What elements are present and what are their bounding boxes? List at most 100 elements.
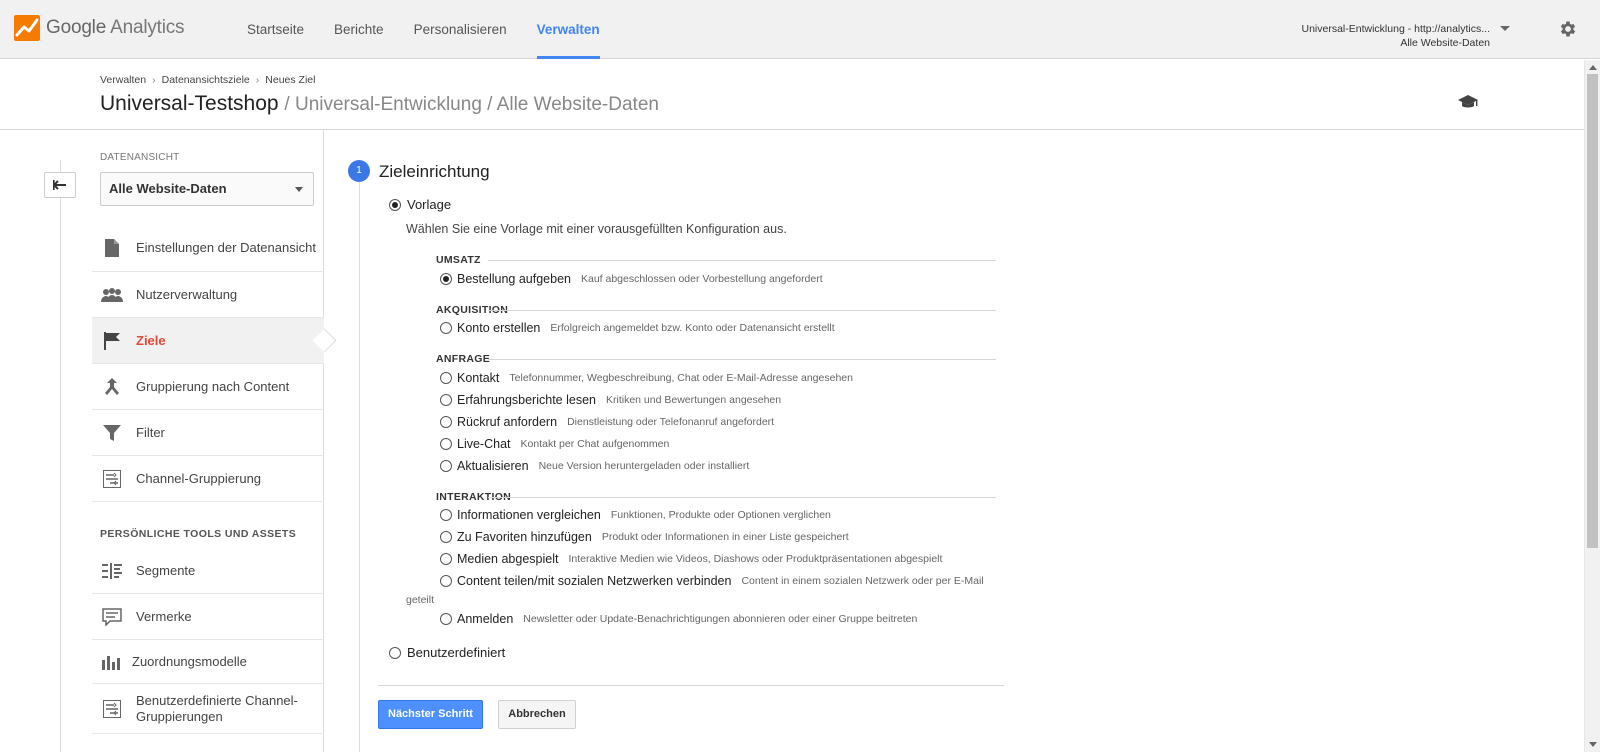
channel-grouping-icon [100, 467, 124, 491]
sidebar-item-attribution-models[interactable]: Zuordnungsmodelle [92, 640, 324, 684]
custom-label: Benutzerdefiniert [407, 645, 506, 660]
goal-description: Dienstleistung oder Telefonanruf angefor… [567, 416, 775, 428]
goal-radio[interactable] [440, 575, 452, 587]
goal-name: Live-Chat [457, 437, 511, 451]
group-divider [488, 359, 996, 360]
goal-radio[interactable] [440, 460, 452, 472]
goal-template-option[interactable]: Erfahrungsberichte lesen Kritiken und Be… [440, 393, 781, 407]
view-select[interactable]: Alle Website-Daten [100, 172, 314, 206]
goal-name: Rückruf anfordern [457, 415, 558, 429]
goal-description: Kritiken und Bewertungen angesehen [605, 394, 782, 406]
goal-description: Newsletter oder Update-Benachrichtigunge… [523, 613, 918, 625]
chevron-down-icon[interactable] [1500, 26, 1510, 31]
custom-option[interactable]: Benutzerdefiniert [389, 645, 505, 660]
scroll-down-arrow-icon[interactable] [1589, 742, 1597, 747]
sidebar-item-custom-channel-groupings[interactable]: Benutzerdefinierte Channel-Gruppierungen [92, 684, 324, 734]
sidebar-item-label: Nutzerverwaltung [136, 286, 238, 302]
goal-description: Produkt oder Informationen in einer List… [601, 531, 849, 543]
goal-radio[interactable] [440, 394, 452, 406]
scroll-up-arrow-icon[interactable] [1589, 65, 1597, 70]
goal-radio[interactable] [440, 531, 452, 543]
goal-template-option[interactable]: Anmelden Newsletter oder Update-Benachri… [440, 612, 917, 626]
goal-radio[interactable] [440, 553, 452, 565]
top-bar: Google Analytics Startseite Berichte Per… [0, 0, 1600, 59]
goal-name: Zu Favoriten hinzufügen [457, 530, 592, 544]
goal-radio[interactable] [440, 273, 452, 285]
goal-radio[interactable] [440, 438, 452, 450]
sidebar-item-user-management[interactable]: Nutzerverwaltung [92, 272, 324, 318]
goal-template-option[interactable]: Aktualisieren Neue Version heruntergelad… [440, 459, 749, 473]
goal-template-option[interactable]: Konto erstellen Erfolgreich angemeldet b… [440, 321, 835, 335]
nav-berichte[interactable]: Berichte [319, 0, 399, 59]
nav-personalisieren[interactable]: Personalisieren [399, 0, 522, 59]
sidebar-item-content-grouping[interactable]: Gruppierung nach Content [92, 364, 324, 410]
goal-radio[interactable] [440, 416, 452, 428]
breadcrumb-item[interactable]: Verwalten [100, 74, 146, 86]
template-radio[interactable] [389, 198, 401, 211]
goal-description-continued: geteilt [406, 594, 435, 606]
goal-template-option[interactable]: Informationen vergleichen Funktionen, Pr… [440, 508, 831, 522]
step-rail [359, 182, 360, 752]
analytics-logo[interactable]: Google Analytics [14, 15, 185, 41]
view-select-value: Alle Website-Daten [109, 181, 227, 196]
goal-template-option[interactable]: Bestellung aufgeben Kauf abgeschlossen o… [440, 272, 823, 286]
page-title: Universal-Testshop / Universal-Entwicklu… [100, 92, 659, 116]
goal-radio[interactable] [440, 372, 452, 384]
sidebar-item-annotations[interactable]: Vermerke [92, 594, 324, 640]
goal-template-option[interactable]: Zu Favoriten hinzufügen Produkt oder Inf… [440, 530, 849, 544]
sidebar-item-label: Benutzerdefinierte Channel-Gruppierungen [136, 692, 298, 724]
goal-radio[interactable] [440, 613, 452, 625]
account-property: Universal-Entwicklung - http://analytics… [1301, 23, 1491, 35]
custom-radio[interactable] [389, 646, 401, 659]
sidebar-item-filter[interactable]: Filter [92, 410, 324, 456]
goal-template-option[interactable]: Content teilen/mit sozialen Netzwerken v… [440, 574, 984, 588]
goal-template-option[interactable]: Rückruf anfordern Dienstleistung oder Te… [440, 415, 774, 429]
goal-template-option[interactable]: Live-Chat Kontakt per Chat aufgenommen [440, 437, 669, 451]
account-view: Alle Website-Daten [1400, 37, 1490, 49]
sidebar-item-segments[interactable]: Segmente [92, 548, 324, 594]
graduation-cap-icon[interactable] [1457, 94, 1479, 110]
sidebar-item-goals[interactable]: Ziele [92, 318, 324, 364]
nav-startseite[interactable]: Startseite [232, 0, 319, 59]
chevron-down-icon [295, 187, 303, 192]
segments-icon [100, 559, 124, 583]
page-title-path: / Universal-Entwicklung / Alle Website-D… [284, 94, 659, 115]
goal-radio[interactable] [440, 322, 452, 334]
goal-name: Content teilen/mit sozialen Netzwerken v… [457, 574, 732, 588]
goal-template-option[interactable]: Medien abgespielt Interaktive Medien wie… [440, 552, 942, 566]
sidebar-item-label: Channel-Gruppierung [136, 470, 262, 486]
group-divider [488, 260, 996, 261]
users-icon [100, 283, 124, 307]
breadcrumb-item[interactable]: Datenansichtsziele [162, 74, 250, 86]
personal-tools-heading: PERSÖNLICHE TOOLS UND ASSETS [100, 528, 297, 540]
sidebar-item-channel-grouping[interactable]: Channel-Gruppierung [92, 456, 324, 502]
next-step-button[interactable]: Nächster Schritt [378, 700, 483, 729]
goal-description: Erfolgreich angemeldet bzw. Konto oder D… [550, 322, 835, 334]
nav-verwalten[interactable]: Verwalten [522, 0, 615, 59]
scrollbar[interactable] [1584, 60, 1600, 752]
goal-name: Informationen vergleichen [457, 508, 601, 522]
cancel-button[interactable]: Abbrechen [498, 700, 576, 729]
goal-description: Telefonnummer, Wegbeschreibung, Chat ode… [509, 372, 853, 384]
flag-icon [100, 329, 124, 353]
breadcrumb-item: Neues Ziel [265, 74, 316, 86]
goal-name: Erfahrungsberichte lesen [457, 393, 596, 407]
gear-icon[interactable] [1558, 19, 1578, 39]
view-caption: DATENANSICHT [100, 152, 180, 163]
goal-radio[interactable] [440, 509, 452, 521]
template-option[interactable]: Vorlage [389, 197, 451, 212]
sidebar-item-label: Filter [136, 424, 165, 440]
sidebar-item-label: Einstellungen der Datenansicht [136, 239, 316, 255]
goal-name: Konto erstellen [457, 321, 541, 335]
logo-google-text: Google [46, 17, 107, 38]
sidebar-item-label: Zuordnungsmodelle [132, 653, 247, 669]
account-selector[interactable]: Universal-Entwicklung - http://analytics… [1302, 22, 1491, 50]
goal-template-option[interactable]: Kontakt Telefonnummer, Wegbeschreibung, … [440, 371, 853, 385]
template-description: Wählen Sie eine Vorlage mit einer voraus… [406, 222, 787, 236]
scroll-thumb[interactable] [1587, 74, 1598, 548]
annotations-icon [100, 605, 124, 629]
sidebar-item-view-settings[interactable]: Einstellungen der Datenansicht [92, 224, 324, 272]
goal-name: Anmelden [457, 612, 514, 626]
document-icon [100, 236, 124, 260]
back-button[interactable] [44, 172, 76, 198]
